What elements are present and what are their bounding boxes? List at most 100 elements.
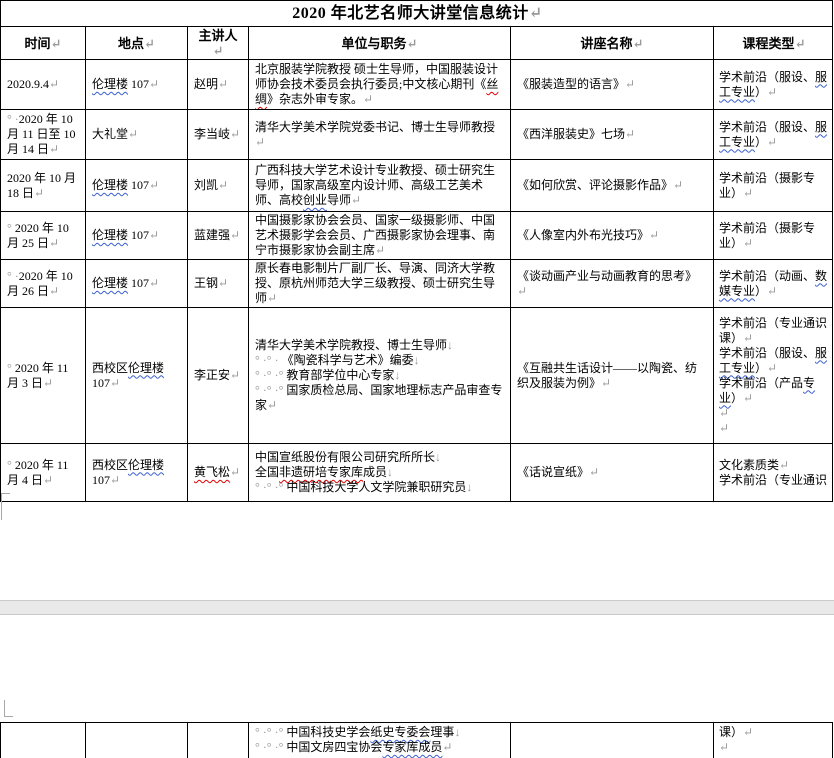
paragraph: 学术前沿（专业通识课）↵ bbox=[719, 316, 829, 346]
text-segment: 清华大学美术学院党委书记、博士生导师教授 bbox=[255, 120, 495, 134]
cell-time[interactable]: ° ·2020 年 10 月 11 日至 10 月 14 日↵ bbox=[1, 110, 86, 160]
cell-org[interactable]: 广西科技大学艺术设计专业教授、硕士研究生导师，国家高级室内设计师、高级工艺美术师… bbox=[249, 160, 511, 212]
cell-time[interactable] bbox=[1, 723, 86, 758]
col-header-place[interactable]: 地点↵ bbox=[86, 27, 188, 60]
cell-speaker[interactable]: 王钢↵ bbox=[188, 260, 249, 308]
cell-place[interactable]: 伦理楼 107↵ bbox=[86, 212, 188, 260]
table-row: 2020.9.4↵伦理楼 107↵赵明↵北京服装学院教授 硕士生导师，中国服装设… bbox=[1, 60, 833, 110]
cell-time[interactable]: ° 2020 年 11 月 3 日↵ bbox=[1, 308, 86, 444]
cell-speaker[interactable]: 黄飞松↵ bbox=[188, 444, 249, 502]
table-row: ° 2020 年 11 月 3 日↵西校区伦理楼107↵李正安↵清华大学美术学院… bbox=[1, 308, 833, 444]
paragraph: 学术前沿（服设、服工专业）↵ bbox=[719, 346, 829, 376]
table-title[interactable]: 2020 年北艺名师大讲堂信息统计↵ bbox=[1, 1, 833, 27]
text-segment: 学术前沿（专业通识课） bbox=[719, 316, 827, 345]
col-header-time[interactable]: 时间↵ bbox=[1, 27, 86, 60]
cell-org[interactable]: 清华大学美术学院党委书记、博士生导师教授↵ bbox=[249, 110, 511, 160]
cell-lecture[interactable]: 《话说宣纸》↵ bbox=[511, 444, 714, 502]
paragraph: 2020 年 10 月 18 日↵ bbox=[7, 171, 79, 201]
paragraph: 王钢↵ bbox=[194, 276, 242, 291]
cell-place[interactable] bbox=[86, 723, 188, 758]
cell-org[interactable]: 中国宣纸股份有限公司研究所所长↓全国非遗研培专家库成员↓° ·° ·° 中国科技… bbox=[249, 444, 511, 502]
cell-type[interactable]: 文化素质类↵学术前沿（专业通识 bbox=[714, 444, 833, 502]
text-segment: 时间 bbox=[25, 36, 51, 51]
col-header-type[interactable]: 课程类型↵ bbox=[714, 27, 833, 60]
text-segment: 清华大学美术学院教授、博士生导师 bbox=[255, 338, 447, 352]
formatting-mark: ↵ bbox=[149, 228, 159, 242]
table-row: ° 2020 年 11 月 4 日↵西校区伦理楼107↵ 黄飞松↵ 中国宣纸股份有限… bbox=[1, 444, 833, 502]
paragraph: 北京服装学院教授 硕士生导师，中国服装设计师协会技术委员会执行委员;中文核心期刊… bbox=[255, 62, 504, 107]
cell-lecture[interactable]: 《人像室内外布光技巧》↵ bbox=[511, 212, 714, 260]
formatting-mark: ° ·° ·° bbox=[255, 368, 286, 382]
paragraph: 课程类型↵ bbox=[719, 36, 829, 51]
formatting-mark: ↵ bbox=[589, 465, 599, 479]
text-segment: 伦理楼 bbox=[92, 178, 128, 192]
cell-org[interactable]: 清华大学美术学院教授、博士生导师↓° ·° · 《陶瓷科学与艺术》编委↓° ·°… bbox=[249, 308, 511, 444]
formatting-mark: ↓ bbox=[414, 353, 420, 367]
cell-time[interactable]: ° 2020 年 10 月 25 日↵ bbox=[1, 212, 86, 260]
paragraph: 讲座名称↵ bbox=[517, 36, 707, 51]
text-segment: 课） bbox=[719, 725, 743, 739]
text-segment: 纸史专委会 bbox=[370, 725, 430, 739]
paragraph: ° ·° · 《陶瓷科学与艺术》编委↓ bbox=[255, 353, 504, 368]
formatting-mark: ↓ bbox=[454, 725, 460, 739]
text-segment: 成员 bbox=[363, 465, 387, 479]
paragraph: 黄飞松↵ bbox=[194, 465, 242, 480]
cell-type[interactable]: 学术前沿（服设、服工专业）↵ bbox=[714, 60, 833, 110]
cell-org[interactable]: 原长春电影制片厂副厂长、导演、同济大学教授、原杭州师范大学三级教授、硕士研究生导… bbox=[249, 260, 511, 308]
text-segment: 学术前沿（服设、 bbox=[719, 70, 815, 84]
cell-lecture[interactable]: 《互融共生话设计——以陶瓷、纺织及服装为例》↵ bbox=[511, 308, 714, 444]
cell-time[interactable]: ° ·2020 年 10 月 26 日↵ bbox=[1, 260, 86, 308]
cell-org[interactable]: 中国摄影家协会会员、国家一级摄影师、中国艺术摄影学会会员、广西摄影家协会理事、南… bbox=[249, 212, 511, 260]
cell-type[interactable]: 学术前沿（摄影专业）↵ bbox=[714, 160, 833, 212]
cell-lecture[interactable]: 《西洋服装史》七场↵ bbox=[511, 110, 714, 160]
cell-speaker[interactable]: 蓝建强↵ bbox=[188, 212, 249, 260]
cell-place[interactable]: 伦理楼 107↵ bbox=[86, 160, 188, 212]
cell-lecture[interactable]: 《谈动画产业与动画教育的思考》↵ bbox=[511, 260, 714, 308]
col-header-speaker[interactable]: 主讲人↵ bbox=[188, 27, 249, 60]
paragraph: 西校区伦理楼107↵ bbox=[92, 361, 181, 391]
cell-time[interactable]: 2020.9.4↵ bbox=[1, 60, 86, 110]
paragraph: 2020.9.4↵ bbox=[7, 77, 79, 92]
cell-type[interactable]: 学术前沿（专业通识课）↵学术前沿（服设、服工专业）↵学术前沿（产品专业）↵↵↵ bbox=[714, 308, 833, 444]
text-segment: 专家库成员 bbox=[382, 740, 442, 754]
cell-time[interactable]: 2020 年 10 月 18 日↵ bbox=[1, 160, 86, 212]
formatting-mark: ° ·° ·° bbox=[255, 740, 286, 754]
paragraph: ° 2020 年 10 月 25 日↵ bbox=[7, 221, 79, 251]
cell-speaker[interactable] bbox=[188, 723, 249, 758]
cell-type[interactable]: 课）↵↵ bbox=[714, 723, 833, 758]
cell-type[interactable]: 学术前沿（摄影专业）↵ bbox=[714, 212, 833, 260]
formatting-mark: ° ·° ·° bbox=[255, 480, 286, 494]
formatting-mark: ↵ bbox=[442, 740, 452, 754]
cell-speaker[interactable]: 赵明↵ bbox=[188, 60, 249, 110]
text-segment: 赵明 bbox=[194, 77, 218, 91]
col-header-org[interactable]: 单位与职务↵ bbox=[249, 27, 511, 60]
formatting-mark: ° bbox=[7, 221, 15, 235]
text-segment: 地点 bbox=[118, 36, 144, 51]
cell-speaker[interactable]: 李当岐↵ bbox=[188, 110, 249, 160]
text-segment: 刘凯 bbox=[194, 178, 218, 192]
formatting-mark: ↵ bbox=[34, 186, 44, 200]
cell-place[interactable]: 伦理楼 107↵ bbox=[86, 60, 188, 110]
formatting-mark: ↵ bbox=[767, 85, 777, 99]
cell-place[interactable]: 伦理楼 107↵ bbox=[86, 260, 188, 308]
cell-place[interactable]: 大礼堂↵ bbox=[86, 110, 188, 160]
cell-org[interactable]: 北京服装学院教授 硕士生导师，中国服装设计师协会技术委员会执行委员;中文核心期刊… bbox=[249, 60, 511, 110]
table-row: ° ·° ·° 中国科技史学会纸史专委会理事↓° ·° ·° 中国文房四宝协会专… bbox=[1, 723, 833, 758]
cell-type[interactable]: 学术前沿（服设、服工专业）↵ bbox=[714, 110, 833, 160]
cell-speaker[interactable]: 刘凯↵ bbox=[188, 160, 249, 212]
formatting-mark: ↵ bbox=[149, 178, 159, 192]
cell-place[interactable]: 西校区伦理楼107↵ bbox=[86, 308, 188, 444]
cell-lecture[interactable] bbox=[511, 723, 714, 758]
paragraph: 学术前沿（摄影专业）↵ bbox=[719, 221, 829, 251]
cell-org[interactable]: ° ·° ·° 中国科技史学会纸史专委会理事↓° ·° ·° 中国文房四宝协会专… bbox=[249, 723, 511, 758]
formatting-mark: ↵ bbox=[49, 77, 59, 91]
cell-speaker[interactable]: 李正安↵ bbox=[188, 308, 249, 444]
text-segment: 中国宣纸股份有限公司研究所所长 bbox=[255, 450, 435, 464]
cell-lecture[interactable]: 《服装造型的语言》↵ bbox=[511, 60, 714, 110]
table-row: 时间↵地点↵主讲人↵单位与职务↵ 讲座名称↵ 课程类型↵ bbox=[1, 27, 833, 60]
cell-time[interactable]: ° 2020 年 11 月 4 日↵ bbox=[1, 444, 86, 502]
cell-lecture[interactable]: 《如何欣赏、评论摄影作品》↵ bbox=[511, 160, 714, 212]
col-header-lecture[interactable]: 讲座名称↵ bbox=[511, 27, 714, 60]
cell-type[interactable]: 学术前沿（动画、数媒专业）↵ bbox=[714, 260, 833, 308]
cell-place[interactable]: 西校区伦理楼107↵ bbox=[86, 444, 188, 502]
